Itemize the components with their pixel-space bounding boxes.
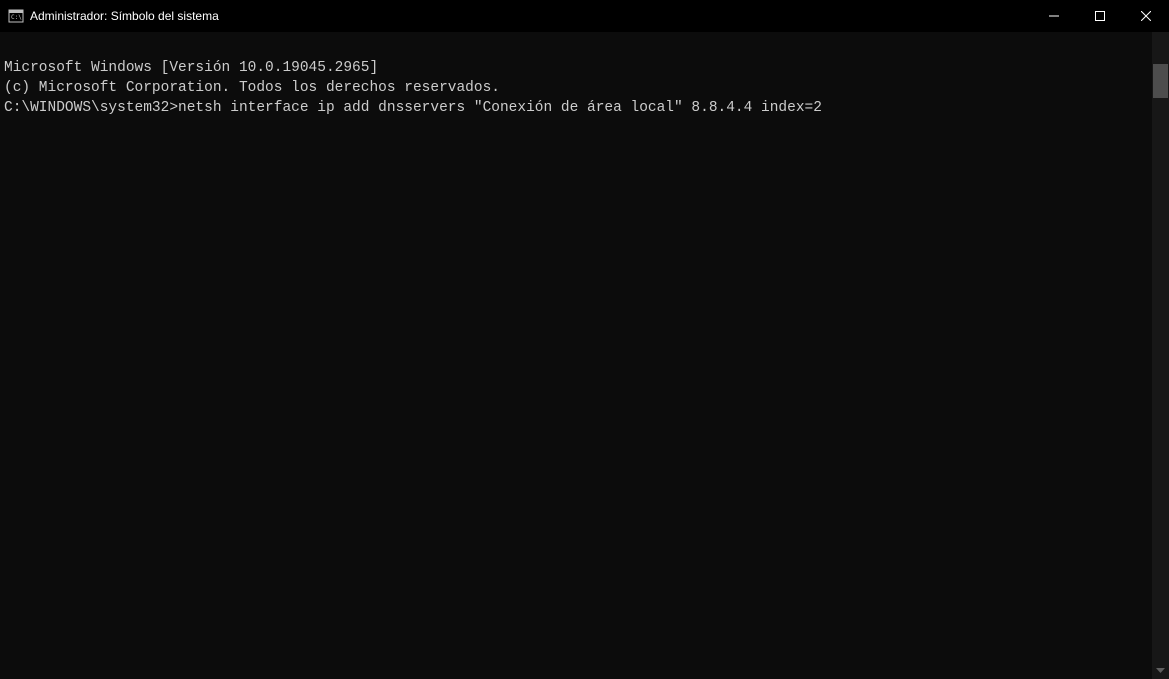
prompt: C:\WINDOWS\system32> — [4, 100, 178, 116]
scrollbar-down-arrow-icon[interactable] — [1152, 662, 1169, 679]
scrollbar-thumb[interactable] — [1153, 64, 1168, 98]
cmd-icon: C:\ — [8, 8, 24, 24]
minimize-button[interactable] — [1031, 0, 1077, 32]
titlebar-left: C:\ Administrador: Símbolo del sistema — [8, 8, 219, 24]
close-button[interactable] — [1123, 0, 1169, 32]
copyright-line: (c) Microsoft Corporation. Todos los der… — [4, 80, 500, 96]
version-line: Microsoft Windows [Versión 10.0.19045.29… — [4, 60, 378, 76]
maximize-button[interactable] — [1077, 0, 1123, 32]
svg-text:C:\: C:\ — [11, 14, 22, 21]
window-title: Administrador: Símbolo del sistema — [30, 9, 219, 23]
terminal-wrapper: Microsoft Windows [Versión 10.0.19045.29… — [0, 32, 1169, 679]
window-controls — [1031, 0, 1169, 32]
command-input[interactable]: netsh interface ip add dnsservers "Conex… — [178, 100, 822, 116]
terminal-output[interactable]: Microsoft Windows [Versión 10.0.19045.29… — [0, 32, 1152, 679]
vertical-scrollbar[interactable] — [1152, 32, 1169, 679]
window-titlebar[interactable]: C:\ Administrador: Símbolo del sistema — [0, 0, 1169, 32]
